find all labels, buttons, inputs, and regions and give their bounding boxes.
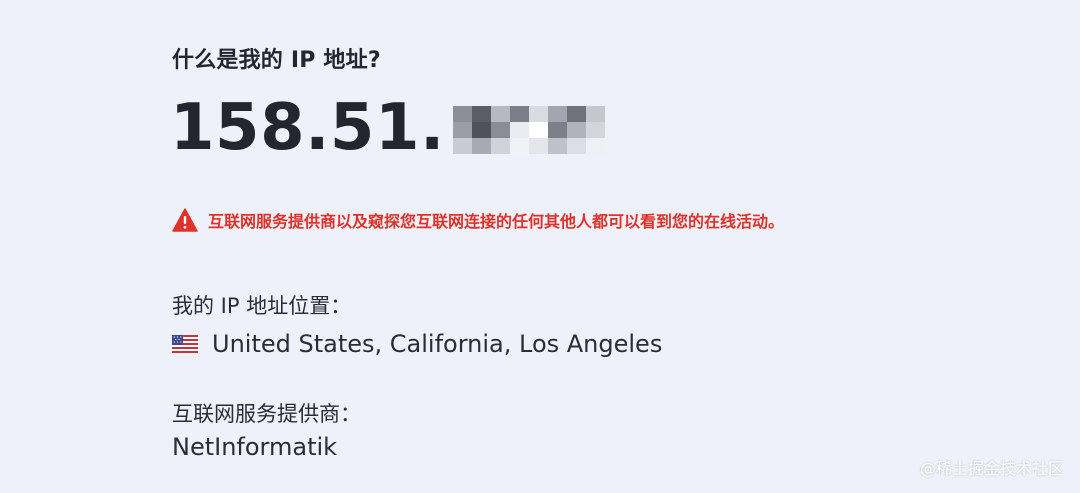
privacy-warning: 互联网服务提供商以及窥探您互联网连接的任何其他人都可以看到您的在线活动。 bbox=[172, 208, 784, 232]
redaction-pixel bbox=[566, 138, 586, 154]
redaction-pixel bbox=[547, 122, 567, 138]
redaction-pixel bbox=[471, 122, 491, 138]
redaction-pixel bbox=[471, 106, 491, 122]
ip-address-display: 158.51. bbox=[170, 86, 605, 170]
ip-address-prefix: 158.51. bbox=[170, 91, 445, 165]
redaction-pixel bbox=[509, 122, 529, 138]
redaction-pixel bbox=[490, 122, 510, 138]
redaction-pixel bbox=[547, 138, 567, 154]
redaction-pixel bbox=[490, 138, 510, 154]
redaction-pixel bbox=[528, 122, 548, 138]
redaction-pixel bbox=[471, 138, 491, 154]
redaction-pixel bbox=[452, 138, 472, 154]
redaction-pixel bbox=[585, 122, 605, 138]
redaction-pixel bbox=[452, 106, 472, 122]
isp-value: NetInformatik bbox=[172, 433, 338, 461]
redaction-pixel bbox=[547, 106, 567, 122]
page-title: 什么是我的 IP 地址? bbox=[172, 48, 381, 73]
us-flag-icon bbox=[172, 335, 198, 353]
redaction-pixel bbox=[490, 106, 510, 122]
redaction-pixel bbox=[509, 106, 529, 122]
redaction-pixel bbox=[566, 122, 586, 138]
redaction-pixel bbox=[528, 106, 548, 122]
redaction-pixel bbox=[452, 122, 472, 138]
redaction-pixel bbox=[528, 138, 548, 154]
location-value: United States, California, Los Angeles bbox=[212, 330, 663, 358]
ip-address-redacted-mosaic bbox=[452, 106, 605, 154]
watermark: @稀土掘金技术社区 bbox=[919, 459, 1064, 478]
warning-triangle-icon bbox=[172, 208, 198, 232]
redaction-pixel bbox=[585, 138, 605, 154]
location-label: 我的 IP 地址位置： bbox=[172, 294, 352, 318]
privacy-warning-text: 互联网服务提供商以及窥探您互联网连接的任何其他人都可以看到您的在线活动。 bbox=[208, 212, 785, 231]
redaction-pixel bbox=[566, 106, 586, 122]
location-value-row: United States, California, Los Angeles bbox=[172, 330, 662, 358]
isp-label: 互联网服务提供商： bbox=[172, 402, 361, 426]
redaction-pixel bbox=[509, 138, 529, 154]
redaction-pixel bbox=[585, 106, 605, 122]
